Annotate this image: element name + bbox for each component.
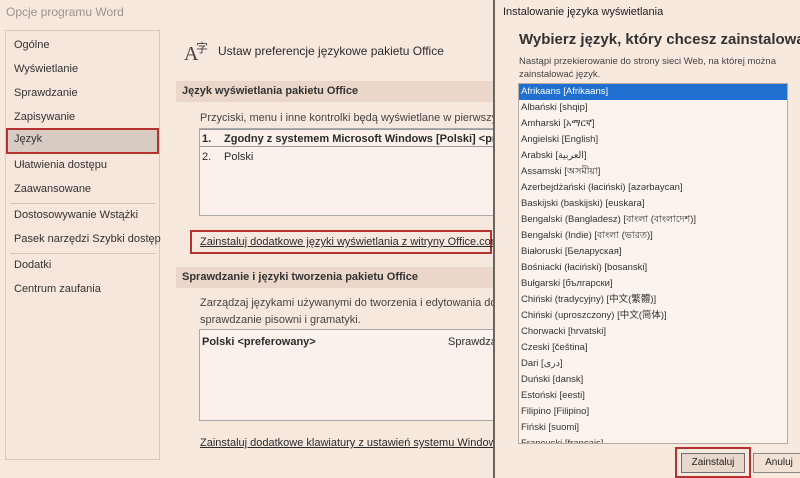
authoring-language-section-title: Sprawdzanie i języki tworzenia pakietu O… (176, 267, 506, 288)
language-list-item[interactable]: Białoruski [Беларуская] (519, 244, 787, 260)
authoring-language-description-line2: sprawdzanie pisowni i gramatyki. (200, 314, 361, 326)
sidebar-item-display[interactable]: Wyświetlanie (6, 58, 159, 80)
install-keyboards-link[interactable]: Zainstaluj dodatkowe klawiatury z ustawi… (200, 437, 502, 449)
options-sidebar: Ogólne Wyświetlanie Sprawdzanie Zapisywa… (5, 30, 161, 460)
language-list-item[interactable]: Estoński [eesti] (519, 388, 787, 404)
authoring-language-description-line1: Zarządzaj językami używanymi do tworzeni… (200, 297, 509, 309)
display-language-section-title: Język wyświetlania pakietu Office (176, 81, 506, 102)
cancel-button[interactable]: Anuluj (753, 453, 800, 473)
language-list-item[interactable]: Bengalski (Indie) [বাংলা (ভারত)] (519, 228, 787, 244)
display-language-list[interactable]: 1. Zgodny z systemem Microsoft Windows [… (199, 128, 499, 216)
sidebar-item-advanced[interactable]: Zaawansowane (6, 178, 159, 200)
language-list-item[interactable]: Assamski [অসমীয়া] (519, 164, 787, 180)
list-item-number: 1. (202, 133, 212, 145)
install-display-languages-link[interactable]: Zainstaluj dodatkowe języki wyświetlania… (200, 236, 500, 248)
svg-text:字: 字 (196, 40, 208, 55)
sidebar-item-quick-access-toolbar[interactable]: Pasek narzędzi Szybki dostęp (6, 228, 161, 250)
sidebar-item-accessibility[interactable]: Ułatwienia dostępu (6, 154, 159, 176)
install-language-dialog: Instalowanie języka wyświetlania Wybierz… (493, 0, 800, 478)
language-list-item[interactable]: Bengalski (Bangladesz) [বাংলা (বাংলাদেশ)… (519, 212, 787, 228)
window-title: Opcje programu Word (6, 5, 124, 19)
list-item-label: Zgodny z systemem Microsoft Windows [Pol… (224, 133, 499, 145)
language-list-item[interactable]: Filipino [Filipino] (519, 404, 787, 420)
list-item[interactable]: 2. Polski (200, 148, 498, 166)
install-button[interactable]: Zainstaluj (681, 453, 745, 473)
language-list-item[interactable]: Chiński (uproszczony) [中文(简体)] (519, 308, 787, 324)
table-cell-status: Sprawdza (448, 336, 497, 348)
language-icon: A 字 (184, 40, 208, 65)
authoring-language-table[interactable]: Polski <preferowany> Sprawdza (199, 329, 499, 421)
language-list-item[interactable]: Dari [دری] (519, 356, 787, 372)
sidebar-item-language[interactable]: Język (6, 128, 159, 154)
language-list-item[interactable]: Baskijski (baskijski) [euskara] (519, 196, 787, 212)
language-list-item[interactable]: Bułgarski [български] (519, 276, 787, 292)
language-list-item[interactable]: Albański [shqip] (519, 100, 787, 116)
language-list[interactable]: Afrikaans [Afrikaans] Albański [shqip] Amh… (518, 83, 788, 444)
list-item[interactable]: 1. Zgodny z systemem Microsoft Windows [… (200, 129, 499, 147)
language-list-item[interactable]: Czeski [čeština] (519, 340, 787, 356)
dialog-description: Nastąpi przekierowanie do strony sieci W… (519, 56, 776, 80)
language-list-item[interactable]: Afrikaans [Afrikaans] (519, 84, 787, 100)
language-list-item[interactable]: Amharski [አማርኛ] (519, 116, 787, 132)
sidebar-item-proofing[interactable]: Sprawdzanie (6, 82, 159, 104)
display-language-description: Przyciski, menu i inne kontrolki będą wy… (200, 112, 507, 124)
sidebar-item-save[interactable]: Zapisywanie (6, 106, 159, 128)
language-list-item[interactable]: Angielski [English] (519, 132, 787, 148)
language-list-item[interactable]: Francuski [français] (519, 436, 787, 443)
list-item-number: 2. (202, 151, 212, 163)
language-list-item[interactable]: Fiński [suomi] (519, 420, 787, 436)
list-item-label: Polski (224, 151, 254, 163)
table-cell-language[interactable]: Polski <preferowany> (202, 336, 316, 348)
language-list-item[interactable]: Chiński (tradycyjny) [中文(繁體)] (519, 292, 787, 308)
sidebar-item-general[interactable]: Ogólne (6, 34, 159, 56)
language-list-item[interactable]: Bośniacki (łaciński) [bosanski] (519, 260, 787, 276)
sidebar-item-trust-center[interactable]: Centrum zaufania (6, 278, 159, 300)
language-list-item[interactable]: Arabski [العربية] (519, 148, 787, 164)
dialog-title: Instalowanie języka wyświetlania (503, 6, 664, 18)
dialog-heading: Wybierz język, który chcesz zainstalować… (519, 31, 800, 48)
sidebar-item-addins[interactable]: Dodatki (6, 254, 159, 276)
page-title: Ustaw preferencje językowe pakietu Offic… (218, 44, 444, 58)
sidebar-item-customize-ribbon[interactable]: Dostosowywanie Wstążki (6, 204, 159, 226)
language-list-item[interactable]: Duński [dansk] (519, 372, 787, 388)
language-list-item[interactable]: Chorwacki [hrvatski] (519, 324, 787, 340)
language-list-item[interactable]: Azerbejdżański (łaciński) [azərbaycan] (519, 180, 787, 196)
language-options-panel: A 字 Ustaw preferencje językowe pakietu O… (168, 30, 508, 478)
